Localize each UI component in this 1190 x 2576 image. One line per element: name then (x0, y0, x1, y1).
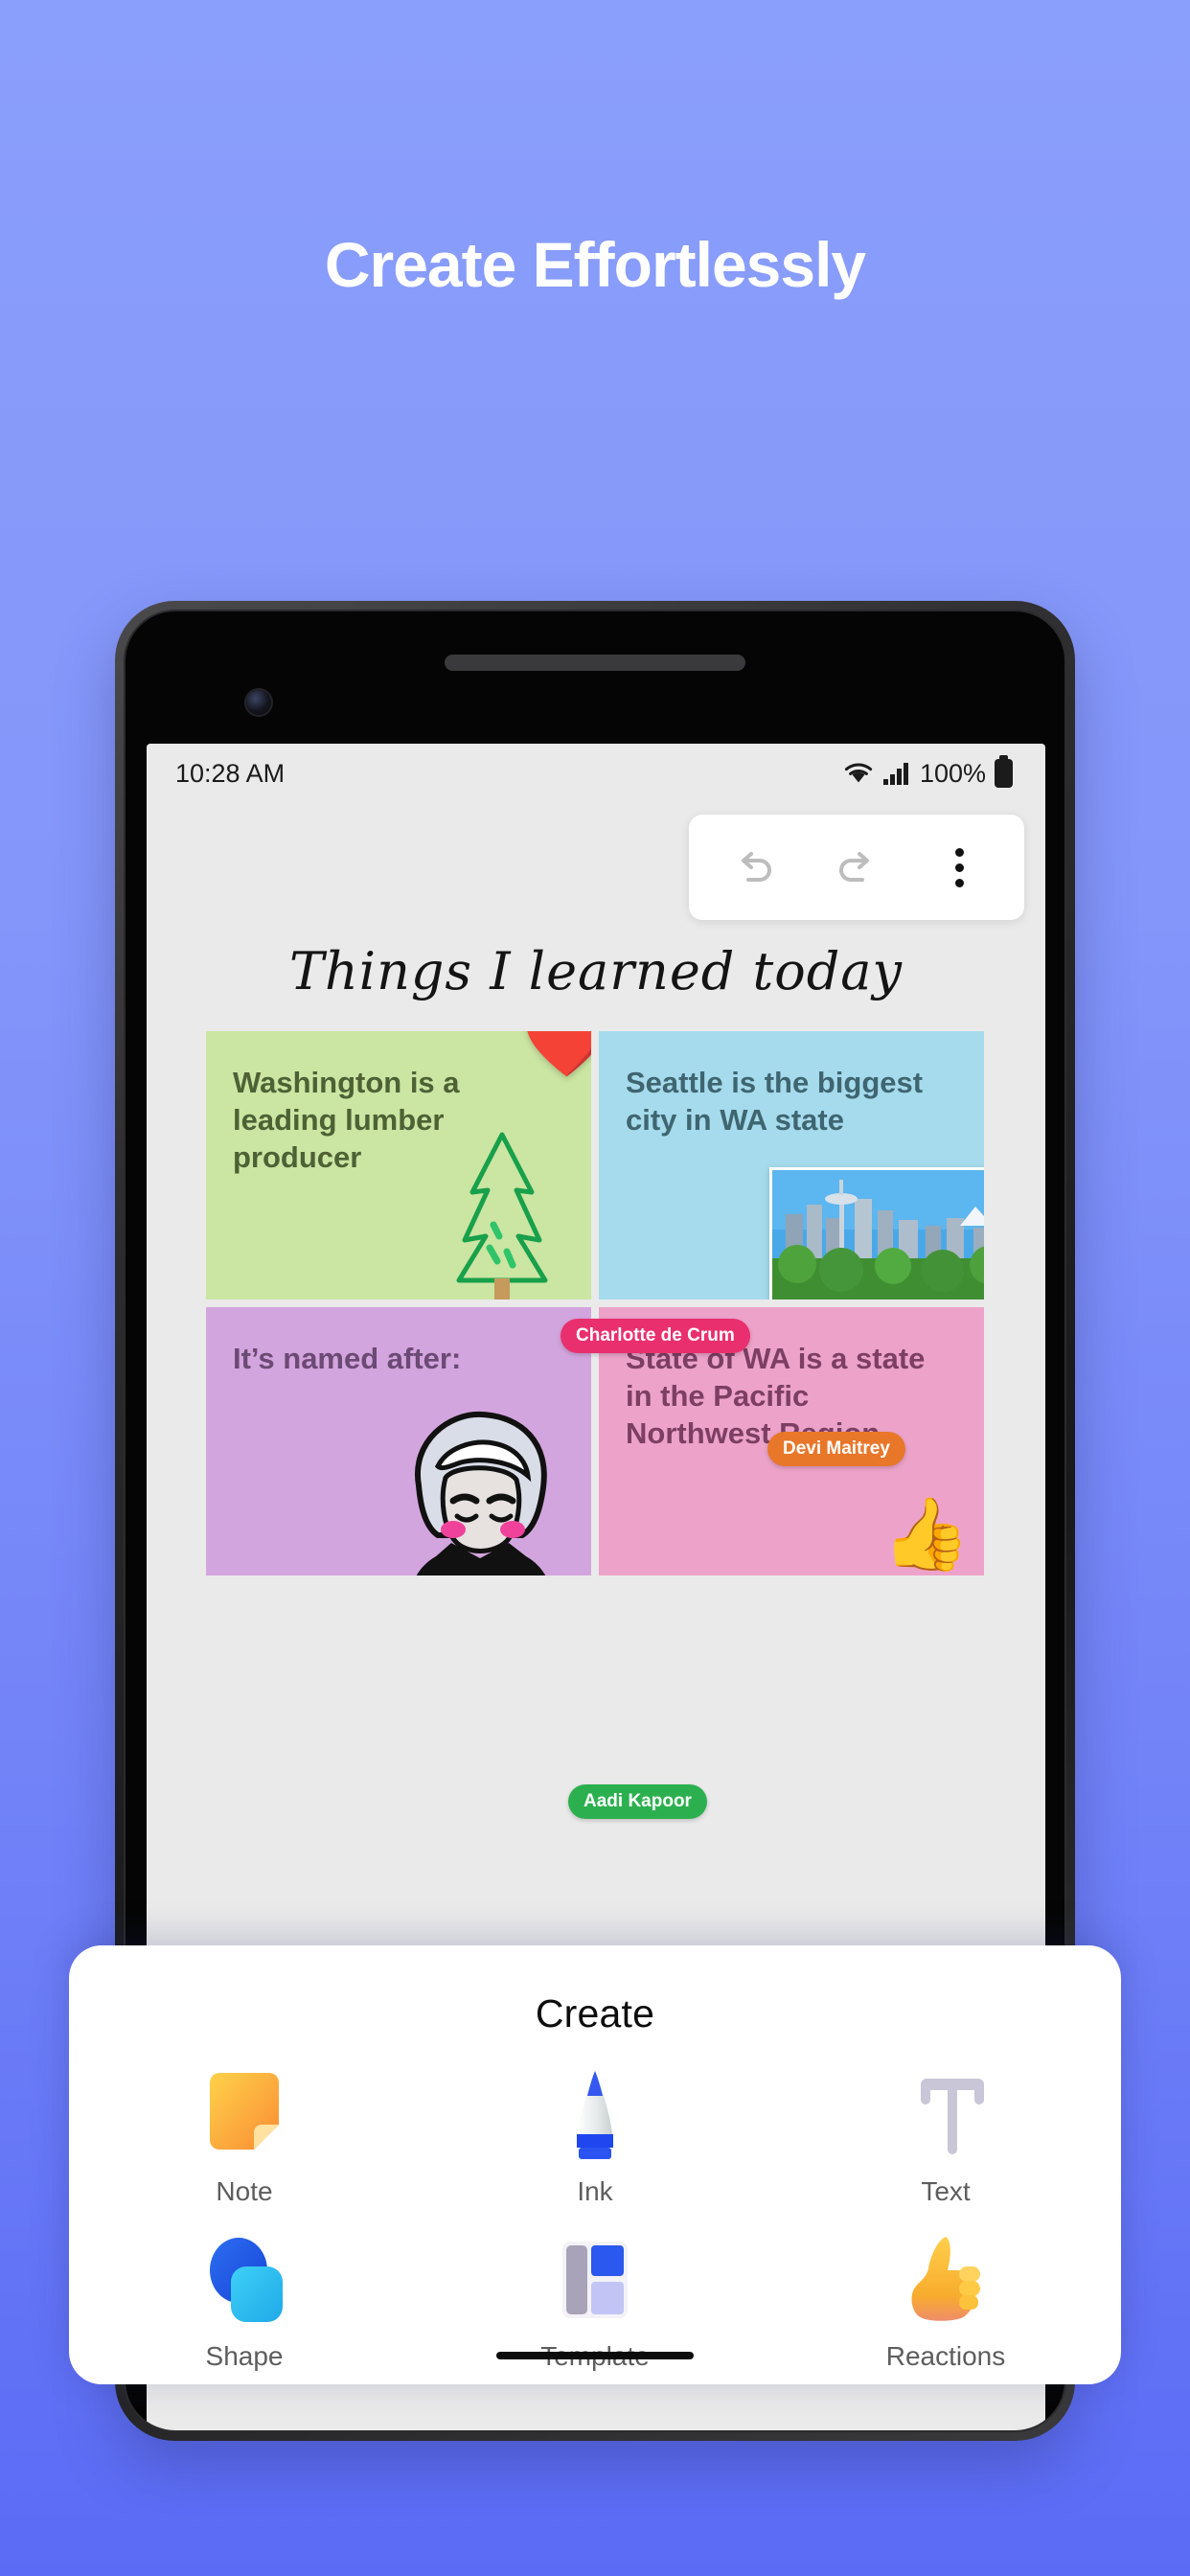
create-option-label: Text (921, 2176, 971, 2206)
thumbs-up-reaction-icon: 👍 (881, 1494, 971, 1574)
create-option-shape[interactable]: Shape (69, 2234, 420, 2372)
board-canvas[interactable]: Washington is a leading lumber producer … (206, 1031, 984, 1583)
create-option-text[interactable]: Text (770, 2069, 1121, 2207)
status-bar: 10:28 AM 100% (147, 744, 1045, 803)
cellular-signal-icon (882, 763, 908, 785)
seattle-skyline-image (769, 1167, 984, 1300)
undo-icon (741, 852, 771, 882)
create-option-reactions[interactable]: Reactions (770, 2234, 1121, 2372)
collaborator-cursor-charlotte: Charlotte de Crum (561, 1319, 750, 1353)
collaborator-name-tag: Devi Maitrey (767, 1432, 905, 1466)
create-option-ink[interactable]: Ink (420, 2069, 770, 2207)
create-options-grid: Note Ink Text Shape Reactions (69, 2069, 1121, 2372)
note-named-after[interactable]: It’s named after: (206, 1307, 591, 1576)
collaborator-name-tag: Aadi Kapoor (568, 1784, 707, 1819)
text-t-icon (900, 2069, 992, 2161)
create-option-note[interactable]: Note (69, 2069, 420, 2207)
collaborator-cursor-devi: Devi Maitrey (767, 1432, 905, 1466)
earpiece-speaker-icon (445, 655, 745, 671)
more-options-icon (954, 847, 964, 887)
shapes-icon (198, 2234, 290, 2326)
note-text: It’s named after: (233, 1342, 462, 1375)
redo-button[interactable] (816, 827, 897, 908)
more-options-button[interactable] (919, 827, 999, 908)
status-time: 10:28 AM (175, 758, 286, 788)
pen-icon (549, 2069, 641, 2161)
note-text: Washington is a leading lumber producer (233, 1066, 460, 1175)
home-indicator (496, 2352, 694, 2359)
create-option-label: Reactions (885, 2341, 1006, 2371)
create-option-label: Ink (577, 2176, 613, 2206)
board-toolbar (689, 815, 1024, 920)
create-bottom-sheet: Create Note Ink Text Shape Reactions (69, 1945, 1121, 2384)
create-option-label: Shape (205, 2341, 284, 2371)
battery-percentage: 100% (919, 758, 986, 788)
create-option-label: Note (216, 2176, 273, 2206)
note-text: Seattle is the biggest city in WA state (626, 1066, 924, 1138)
template-icon (549, 2234, 641, 2326)
wifi-icon (844, 763, 873, 783)
board-title: Things I learned today (289, 941, 903, 1001)
collaborator-name-tag: Charlotte de Crum (561, 1319, 750, 1353)
george-washington-drawing-icon (414, 1411, 547, 1576)
battery-icon (995, 755, 1013, 788)
note-seattle[interactable]: Seattle is the biggest city in WA state (599, 1031, 984, 1300)
sheet-title: Create (535, 1991, 655, 2036)
redo-icon (839, 852, 869, 882)
collaborator-cursor-aadi: Aadi Kapoor (568, 1784, 707, 1819)
sticky-note-icon (198, 2069, 290, 2161)
heart-reaction-icon: ❤️ (521, 1031, 591, 1077)
front-camera-icon (246, 690, 271, 715)
page-title: Create Effortlessly (324, 229, 866, 300)
thumbs-up-icon (900, 2234, 992, 2326)
note-lumber[interactable]: Washington is a leading lumber producer … (206, 1031, 591, 1300)
undo-button[interactable] (714, 827, 794, 908)
